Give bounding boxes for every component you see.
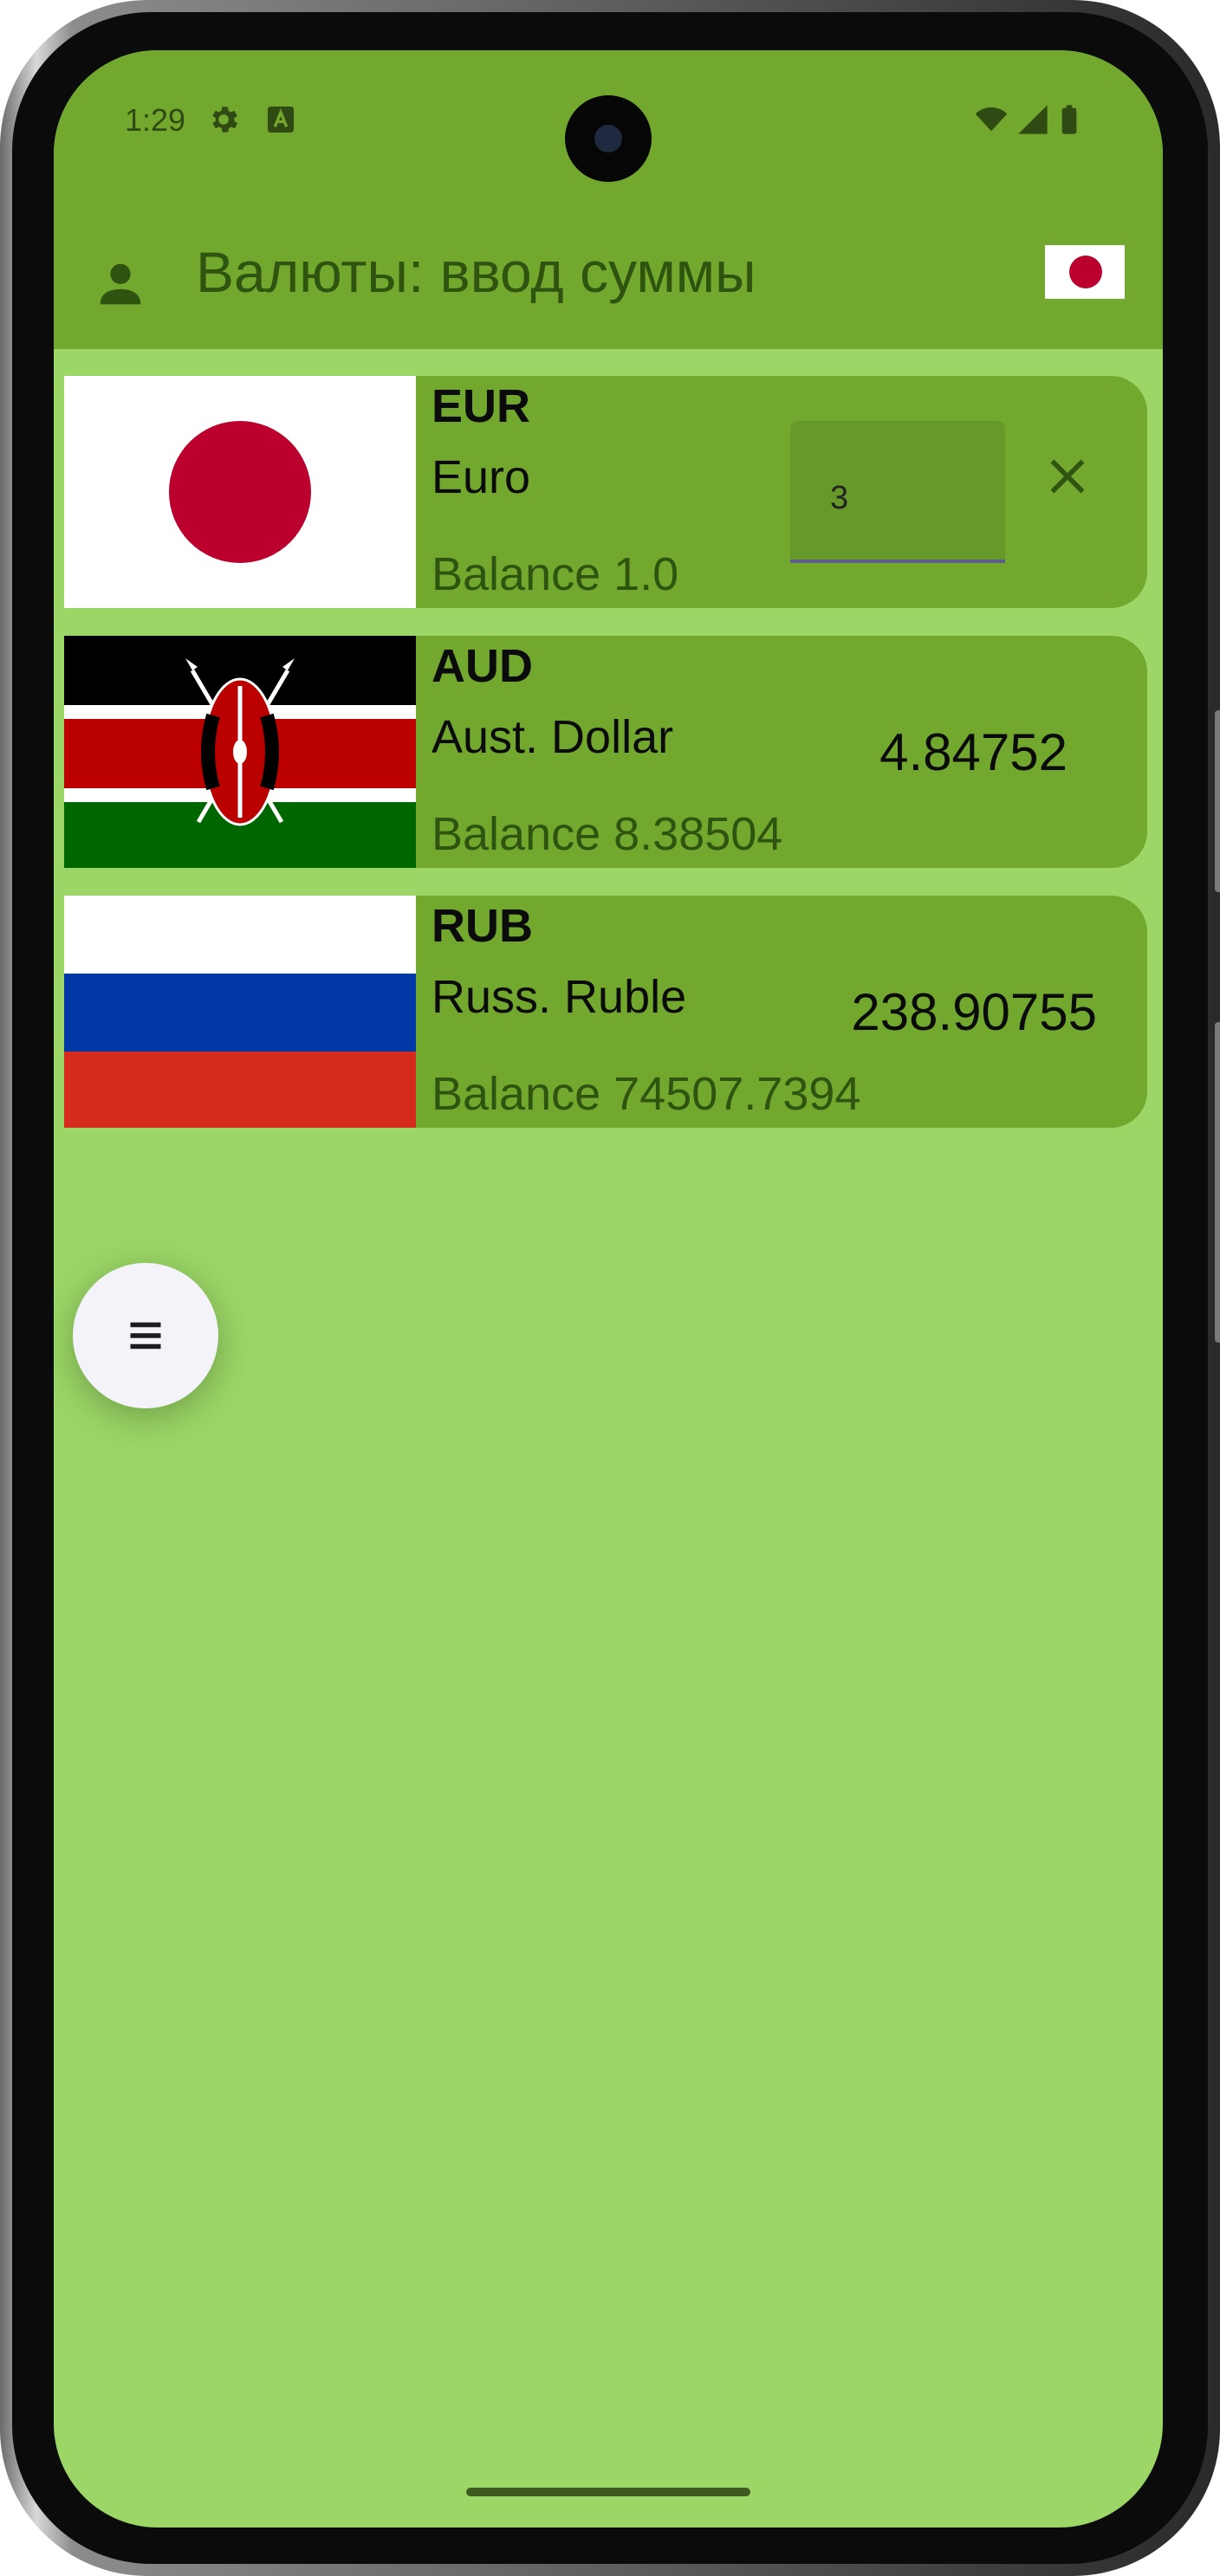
screen: 1:29 Валюты: ввод суммы EUR Euro Balance… (54, 50, 1163, 2527)
currency-row-eur[interactable]: EUR Euro Balance 1.0 (64, 376, 1147, 608)
menu-fab-button[interactable] (73, 1263, 218, 1408)
phone-power-button (1215, 1022, 1220, 1343)
wifi-icon (975, 107, 1008, 132)
amount-input[interactable] (828, 471, 1005, 525)
battery-icon (1061, 105, 1077, 134)
home-indicator[interactable] (466, 2488, 750, 2496)
top-app-bar: 1:29 Валюты: ввод суммы (54, 50, 1163, 349)
currency-code: AUD (432, 640, 533, 692)
status-time: 1:29 (125, 102, 186, 138)
kenya-flag (64, 636, 416, 868)
amount-field[interactable] (790, 421, 1005, 563)
currency-name: Euro (432, 451, 531, 503)
settings-icon (212, 107, 238, 133)
page-title: Валюты: ввод суммы (196, 240, 756, 304)
currency-name: Russ. Ruble (432, 971, 687, 1023)
menu-icon (130, 1322, 161, 1349)
base-currency-flag-button[interactable] (1045, 245, 1125, 299)
phone-volume-button (1215, 710, 1220, 892)
converted-value: 238.90755 (851, 983, 1097, 1041)
front-camera (565, 95, 652, 182)
currency-code: RUB (432, 900, 533, 952)
japan-flag (64, 376, 416, 608)
currency-code: EUR (432, 380, 531, 432)
russia-flag (64, 896, 416, 1128)
currency-row-rub[interactable]: RUB Russ. Ruble Balance 74507.7394 238.9… (64, 896, 1147, 1128)
currency-name: Aust. Dollar (432, 711, 674, 763)
currency-balance: Balance 1.0 (432, 548, 679, 600)
phone-frame: 1:29 Валюты: ввод суммы EUR Euro Balance… (0, 0, 1220, 2576)
converted-value: 4.84752 (879, 723, 1068, 781)
clear-icon[interactable] (1042, 450, 1093, 502)
currency-row-aud[interactable]: AUD Aust. Dollar Balance 8.38504 4.84752 (64, 636, 1147, 868)
profile-icon[interactable] (90, 254, 151, 314)
cell-signal-icon (1018, 105, 1048, 134)
currency-balance: Balance 8.38504 (432, 808, 783, 860)
currency-balance: Balance 74507.7394 (432, 1068, 861, 1120)
keyboard-a-icon (268, 107, 294, 133)
